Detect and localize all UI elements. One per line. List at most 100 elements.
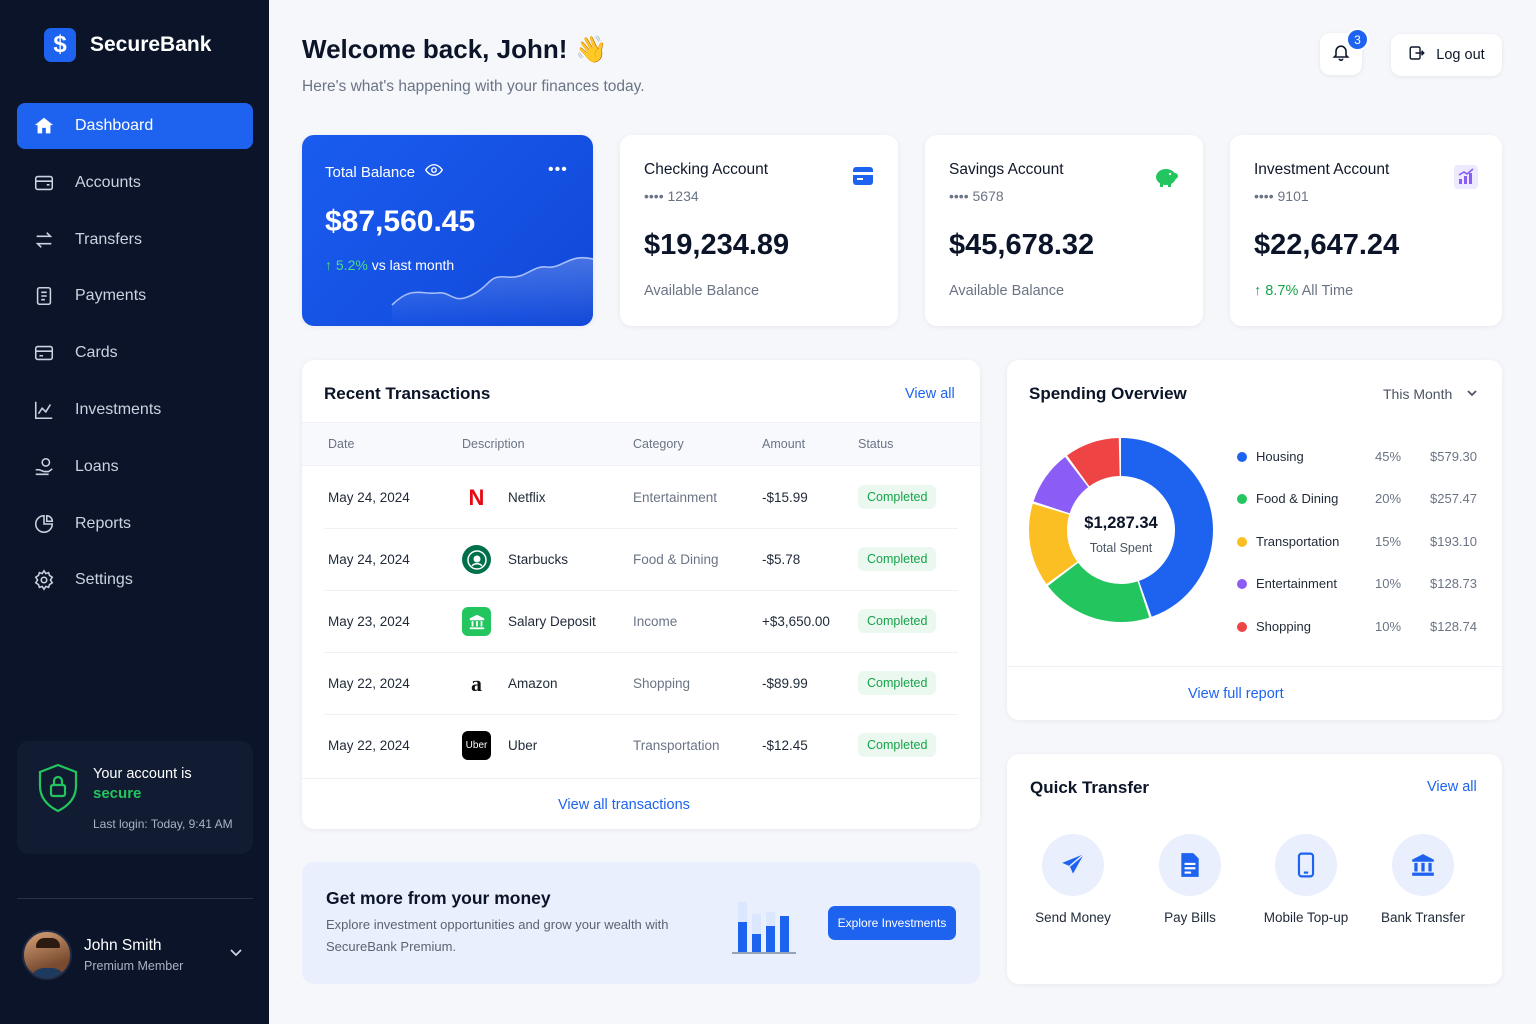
view-full-report-link[interactable]: View full report [1188,686,1284,702]
change-pct: 5.2% [335,257,368,273]
explore-investments-button[interactable]: Explore Investments [828,906,956,940]
legend-amount: $579.30 [1430,449,1477,464]
sidebar-item-payments[interactable]: Payments [17,273,253,319]
legend-amount: $128.74 [1430,619,1477,634]
view-all-transactions-link[interactable]: View all transactions [558,797,690,813]
spending-overview-card: Spending Overview This Month $1,287.34 T… [1007,360,1502,720]
legend-item-housing: Housing 45% $579.30 [1237,448,1481,468]
legend-name: Entertainment [1256,576,1337,591]
account-amount: $19,234.89 [644,229,790,261]
sidebar-divider [17,898,253,899]
wallet-icon [33,172,55,194]
sidebar-item-investments[interactable]: Investments [17,387,253,433]
tx-category: Shopping [633,676,691,691]
transactions-table-header: Date Description Category Amount Status [302,422,980,466]
wave-emoji-icon: 👋 [575,34,608,64]
legend-pct: 45% [1375,449,1402,464]
table-row[interactable]: May 22, 2024 Uber Uber Transportation -$… [324,715,958,777]
sidebar-item-loans[interactable]: Loans [17,444,253,490]
mobile-top-up-button[interactable]: Mobile Top-up [1256,834,1356,925]
tx-description: Uber [508,738,538,753]
brand-logo-icon: $ [44,28,76,62]
investment-account-card[interactable]: Investment Account •••• 9101 $22,647.24 … [1230,135,1502,326]
status-badge: Completed [858,733,937,757]
page-subtitle: Here's what's happening with your financ… [302,78,645,95]
amazon-logo-icon: a [471,670,482,696]
spending-title: Spending Overview [1029,384,1187,403]
send-money-button[interactable]: Send Money [1023,834,1123,925]
table-row[interactable]: May 24, 2024 Starbucks Food & Dining -$5… [324,529,958,591]
tx-date: May 23, 2024 [328,614,410,629]
tx-amount: -$15.99 [762,490,808,505]
status-badge: Completed [858,547,937,571]
table-row[interactable]: May 22, 2024 a Amazon Shopping -$89.99 C… [324,653,958,715]
bank-building-icon [462,607,491,636]
notification-badge: 3 [1346,28,1369,51]
checking-account-card[interactable]: Checking Account •••• 1234 $19,234.89 Av… [620,135,898,326]
avatar [22,930,72,980]
sidebar-item-reports[interactable]: Reports [17,501,253,547]
chart-up-icon [1454,165,1478,194]
promo-text: Explore investment opportunities and gro… [326,917,669,954]
card-icon [852,165,874,192]
legend-dot [1237,494,1247,504]
legend-name: Transportation [1256,534,1340,549]
table-row[interactable]: May 23, 2024 Salary Deposit Income +$3,6… [324,591,958,653]
period-select[interactable]: This Month [1383,386,1478,402]
phone-icon [1275,834,1337,896]
hand-coin-icon [33,456,55,478]
sidebar-item-cards[interactable]: Cards [17,330,253,376]
chevron-down-icon[interactable] [229,946,243,965]
divider [1007,666,1502,667]
eye-icon[interactable] [425,163,444,181]
sidebar-nav: Dashboard Accounts Transfers Payments Ca… [17,103,253,614]
sidebar-item-settings[interactable]: Settings [17,557,253,603]
sidebar-item-label: Cards [75,344,118,362]
starbucks-logo-icon [462,545,491,574]
tx-date: May 22, 2024 [328,738,410,753]
total-balance-amount: $87,560.45 [325,205,476,238]
account-amount: $22,647.24 [1254,229,1400,261]
line-chart-icon [33,399,55,421]
logout-button[interactable]: Log out [1391,34,1502,76]
logout-label: Log out [1436,47,1485,63]
sidebar-item-accounts[interactable]: Accounts [17,160,253,206]
sidebar-item-dashboard[interactable]: Dashboard [17,103,253,149]
sidebar-item-label: Accounts [75,173,141,191]
transactions-view-all-link[interactable]: View all [905,386,955,402]
legend-amount: $193.10 [1430,534,1477,549]
more-options-icon[interactable]: ••• [548,161,568,179]
bank-transfer-button[interactable]: Bank Transfer [1373,834,1473,925]
pay-bills-button[interactable]: Pay Bills [1140,834,1240,925]
account-foot: Available Balance [644,283,760,299]
quick-transfer-view-all-link[interactable]: View all [1427,779,1477,795]
account-title: Investment Account [1254,161,1390,178]
legend-pct: 15% [1375,534,1402,549]
action-label: Send Money [1035,910,1111,925]
total-balance-label-text: Total Balance [325,163,416,181]
netflix-logo-icon: N [468,484,485,510]
tx-date: May 24, 2024 [328,490,410,505]
arrows-icon [33,229,55,251]
total-balance-card[interactable]: Total Balance ••• $87,560.45 ↑ 5.2% vs l… [302,135,593,326]
logout-icon [1408,44,1426,66]
account-foot: ↑ 8.7% All Time [1254,283,1353,299]
receipt-icon [33,285,55,307]
account-foot: Available Balance [949,283,1065,299]
user-profile[interactable]: John Smith Premium Member [22,930,183,980]
bill-icon [1159,834,1221,896]
promo-title: Get more from your money [326,888,551,908]
sidebar-item-label: Dashboard [75,117,154,134]
legend-dot [1237,537,1247,547]
legend-name: Shopping [1256,619,1311,634]
brand[interactable]: $ SecureBank [44,28,211,62]
action-label: Mobile Top-up [1263,910,1349,925]
table-row[interactable]: May 24, 2024 N Netflix Entertainment -$1… [324,467,958,529]
savings-account-card[interactable]: Savings Account •••• 5678 $45,678.32 Ava… [925,135,1203,326]
promo-banner: Get more from your money Explore investm… [302,862,980,984]
legend-amount: $257.47 [1430,491,1477,506]
welcome-text: Welcome back, John! [302,34,568,64]
account-number: •••• 1234 [644,188,699,204]
sidebar-item-transfers[interactable]: Transfers [17,217,253,263]
sidebar: $ SecureBank Dashboard Accounts Transfer… [0,0,269,1024]
